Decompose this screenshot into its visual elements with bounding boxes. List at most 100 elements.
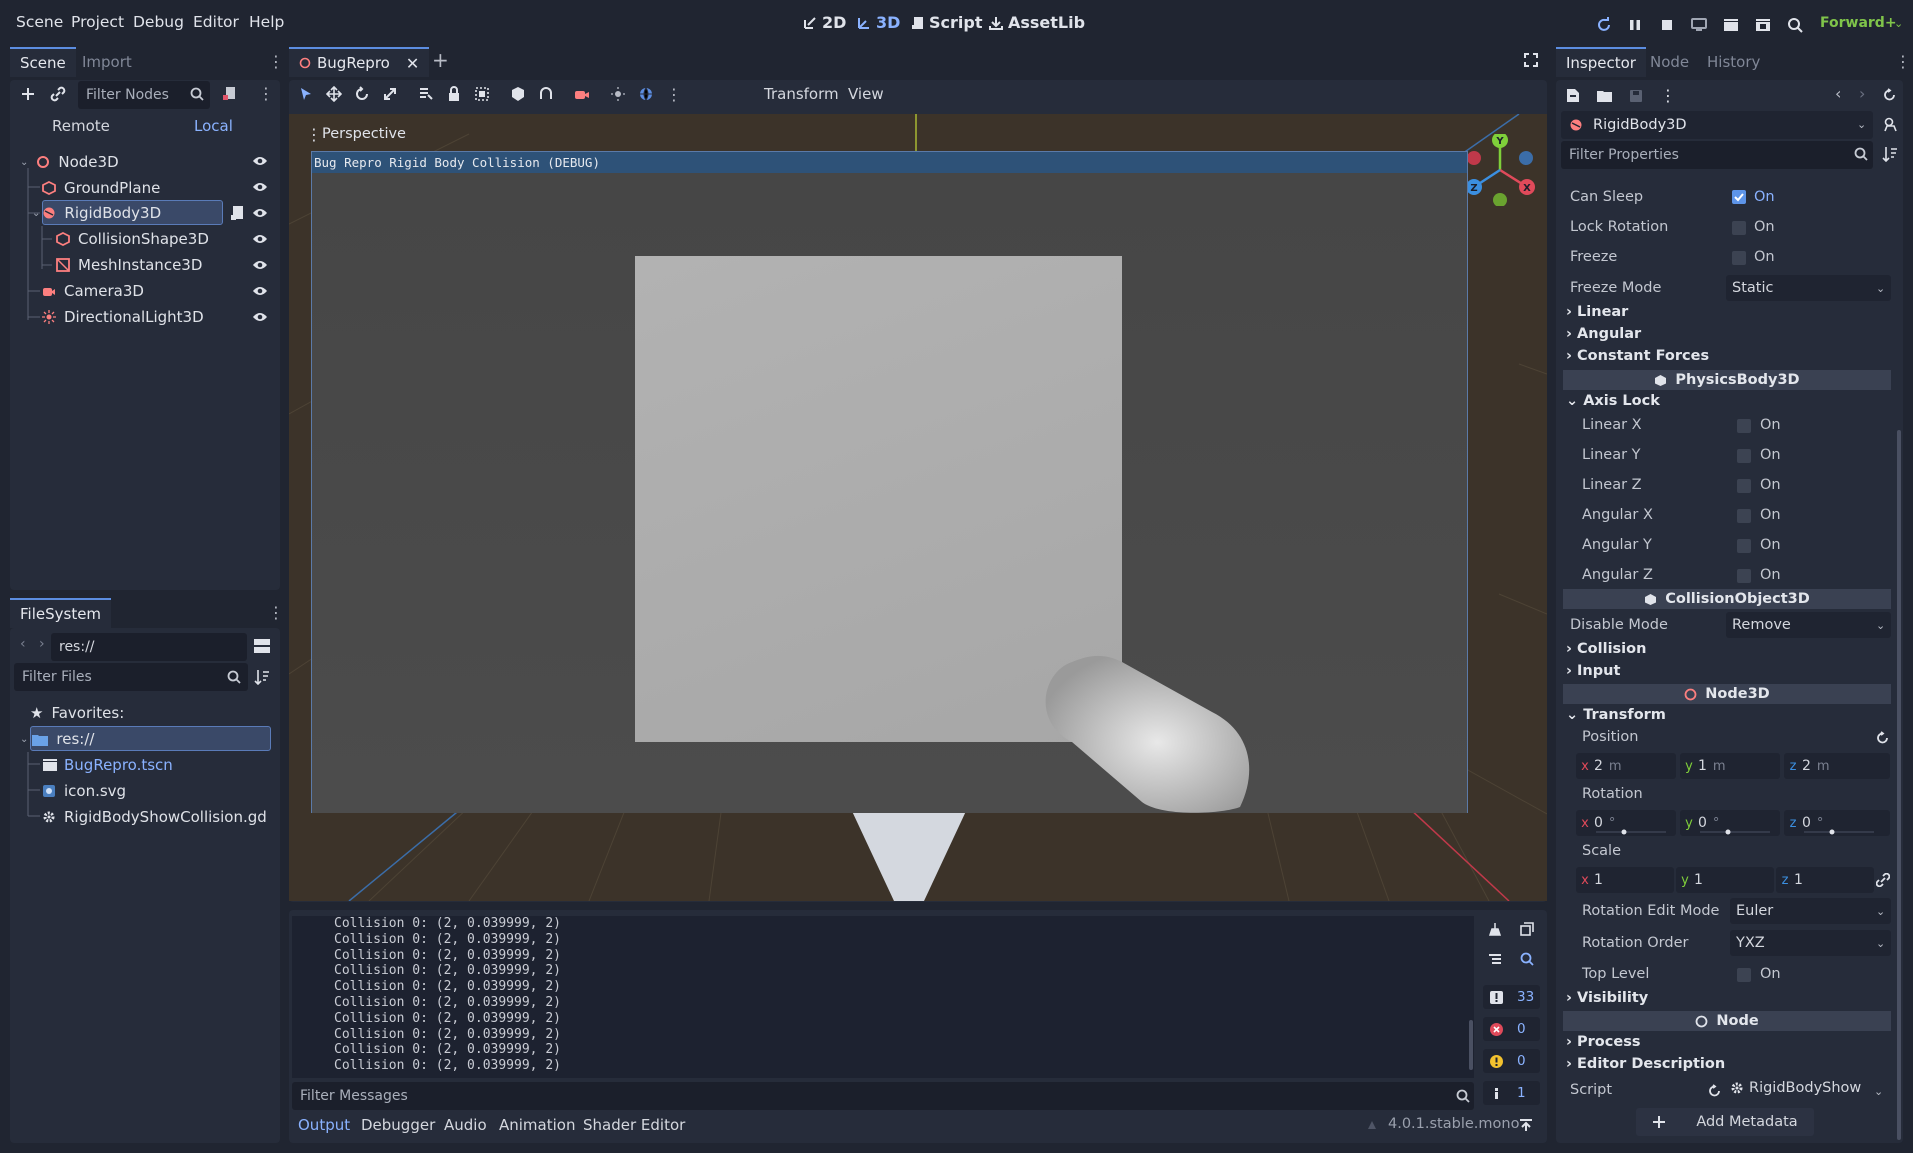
filesystem-menu-icon[interactable]: ⋮ bbox=[268, 603, 284, 622]
new-resource-icon[interactable] bbox=[1566, 88, 1580, 103]
collapse-duplicates-button[interactable] bbox=[1488, 952, 1502, 966]
tab-inspector[interactable]: Inspector bbox=[1556, 47, 1646, 77]
section-axis-lock[interactable]: ⌄ Axis Lock bbox=[1566, 393, 1660, 409]
scene-tree-menu-icon[interactable]: ⋮ bbox=[258, 84, 274, 103]
visibility-eye-icon[interactable] bbox=[252, 207, 268, 219]
add-metadata-button[interactable]: Add Metadata bbox=[1636, 1108, 1814, 1136]
filter-properties-input[interactable]: Filter Properties bbox=[1561, 141, 1873, 169]
collapse-arrow-icon[interactable]: ⌄ bbox=[20, 157, 28, 168]
object-selector[interactable]: RigidBody3D bbox=[1561, 111, 1873, 139]
rotation-edit-mode-dropdown[interactable]: Euler bbox=[1730, 898, 1891, 924]
output-scrollbar[interactable] bbox=[1469, 1020, 1473, 1070]
filter-messages-input[interactable]: Filter Messages bbox=[292, 1082, 1474, 1110]
resource-menu-icon[interactable]: ⋮ bbox=[1660, 86, 1676, 105]
local-space-icon[interactable] bbox=[510, 86, 526, 102]
tree-item-camera3d[interactable]: Camera3D bbox=[42, 278, 144, 304]
sun-preview-icon[interactable] bbox=[610, 86, 626, 102]
linear-z-checkbox[interactable] bbox=[1737, 479, 1751, 493]
object-tools-icon[interactable] bbox=[1883, 117, 1898, 132]
tree-item-rigidbody3d[interactable]: ⌄ RigidBody3D bbox=[32, 200, 161, 226]
tab-node[interactable]: Node bbox=[1640, 47, 1699, 77]
section-visibility[interactable]: › Visibility bbox=[1566, 990, 1648, 1006]
game-window[interactable]: Bug Repro Rigid Body Collision (DEBUG) bbox=[311, 151, 1468, 813]
scale-tool-icon[interactable] bbox=[382, 86, 398, 102]
workspace-script-button[interactable]: Script bbox=[911, 13, 982, 32]
script-resource-field[interactable]: RigidBodyShow bbox=[1730, 1080, 1861, 1096]
position-x-field[interactable]: x2m bbox=[1576, 753, 1676, 779]
view-gizmo[interactable]: Y X Z bbox=[1464, 134, 1536, 206]
view-menu[interactable]: View bbox=[848, 85, 884, 103]
menu-debug[interactable]: Debug bbox=[133, 13, 184, 31]
section-process[interactable]: › Process bbox=[1566, 1034, 1640, 1050]
lock-rotation-checkbox[interactable] bbox=[1732, 221, 1746, 235]
snap-icon[interactable] bbox=[538, 86, 554, 102]
path-input[interactable]: res:// bbox=[51, 633, 247, 661]
section-angular[interactable]: › Angular bbox=[1566, 326, 1641, 342]
attach-script-button[interactable] bbox=[222, 86, 238, 102]
version-label[interactable]: 4.0.1.stable.mono bbox=[1388, 1116, 1519, 1132]
history-forward-icon[interactable]: › bbox=[1859, 84, 1865, 103]
history-back-icon[interactable]: ‹ bbox=[1835, 84, 1841, 103]
position-y-field[interactable]: y1m bbox=[1680, 753, 1780, 779]
tab-bugrepro[interactable]: BugRepro ✕ bbox=[289, 47, 430, 77]
visibility-eye-icon[interactable] bbox=[252, 259, 268, 271]
bottom-tab-animation[interactable]: Animation bbox=[499, 1116, 575, 1134]
favorites-item[interactable]: ★ Favorites: bbox=[30, 700, 124, 726]
instance-scene-button[interactable] bbox=[50, 86, 66, 102]
bottom-tab-output[interactable]: Output bbox=[298, 1116, 350, 1134]
section-input[interactable]: › Input bbox=[1566, 663, 1620, 679]
clear-output-button[interactable] bbox=[1488, 922, 1502, 936]
workspace-2d-button[interactable]: 2D bbox=[803, 13, 846, 32]
file-item-script[interactable]: RigidBodyShowCollision.gd bbox=[42, 804, 267, 830]
load-resource-icon[interactable] bbox=[1597, 89, 1612, 103]
section-collision[interactable]: › Collision bbox=[1566, 641, 1646, 657]
file-item-icon-svg[interactable]: icon.svg bbox=[42, 778, 126, 804]
add-tab-icon[interactable]: + bbox=[432, 48, 449, 72]
rotation-order-dropdown[interactable]: YXZ bbox=[1730, 930, 1891, 956]
visibility-eye-icon[interactable] bbox=[252, 311, 268, 323]
local-toggle[interactable]: Local bbox=[194, 117, 233, 135]
remote-toggle[interactable]: Remote bbox=[52, 117, 110, 135]
section-transform[interactable]: ⌄ Transform bbox=[1566, 707, 1666, 723]
more-options-icon[interactable]: ⋮ bbox=[666, 85, 682, 104]
close-tab-icon[interactable]: ✕ bbox=[406, 54, 419, 73]
renderer-selector[interactable]: Forward+ bbox=[1820, 15, 1897, 31]
linear-y-checkbox[interactable] bbox=[1737, 449, 1751, 463]
transform-menu[interactable]: Transform bbox=[764, 85, 839, 103]
sort-files-button[interactable] bbox=[254, 669, 270, 685]
folder-item-res[interactable]: ⌄ res:// bbox=[20, 726, 94, 752]
toggle-search-button[interactable] bbox=[1520, 952, 1534, 966]
play-scene-button[interactable] bbox=[1720, 14, 1742, 36]
tree-item-collisionshape3d[interactable]: CollisionShape3D bbox=[56, 226, 209, 252]
tree-item-directionallight3d[interactable]: DirectionalLight3D bbox=[42, 304, 204, 330]
pause-button[interactable] bbox=[1624, 14, 1646, 36]
add-node-button[interactable] bbox=[20, 86, 36, 102]
section-constant-forces[interactable]: › Constant Forces bbox=[1566, 348, 1709, 364]
visibility-eye-icon[interactable] bbox=[252, 155, 268, 167]
filter-files-input[interactable]: Filter Files bbox=[14, 663, 248, 691]
movie-maker-button[interactable] bbox=[1784, 14, 1806, 36]
menu-editor[interactable]: Editor bbox=[193, 13, 239, 31]
chevron-down-icon[interactable]: ⌄ bbox=[1874, 1085, 1883, 1098]
inspector-dock-menu-icon[interactable]: ⋮ bbox=[1895, 52, 1911, 71]
menu-project[interactable]: Project bbox=[71, 13, 124, 31]
disable-mode-dropdown[interactable]: Remove bbox=[1726, 612, 1891, 638]
angular-y-checkbox[interactable] bbox=[1737, 539, 1751, 553]
can-sleep-checkbox[interactable] bbox=[1732, 190, 1746, 204]
collapse-arrow-icon[interactable]: ⌄ bbox=[20, 734, 28, 745]
menu-scene[interactable]: Scene bbox=[16, 13, 63, 31]
camera-preview-icon[interactable] bbox=[574, 86, 590, 102]
remote-debug-button[interactable] bbox=[1688, 14, 1710, 36]
3d-viewport[interactable]: ⋮ Perspective Y X Z Bug Repro Rigid Body… bbox=[289, 114, 1547, 901]
list-select-icon[interactable] bbox=[418, 86, 434, 102]
scene-dock-menu-icon[interactable]: ⋮ bbox=[268, 52, 284, 71]
workspace-3d-button[interactable]: 3D bbox=[857, 13, 900, 32]
toggle-split-button[interactable] bbox=[254, 638, 270, 654]
environment-preview-icon[interactable] bbox=[638, 86, 654, 102]
visibility-eye-icon[interactable] bbox=[252, 181, 268, 193]
angular-z-checkbox[interactable] bbox=[1737, 569, 1751, 583]
rotate-tool-icon[interactable] bbox=[354, 86, 370, 102]
output-log[interactable]: Collision 0: (2, 0.039999, 2) Collision … bbox=[292, 916, 1474, 1078]
bottom-tab-audio[interactable]: Audio bbox=[444, 1116, 487, 1134]
chevron-down-icon[interactable]: ⌄ bbox=[1857, 118, 1866, 131]
